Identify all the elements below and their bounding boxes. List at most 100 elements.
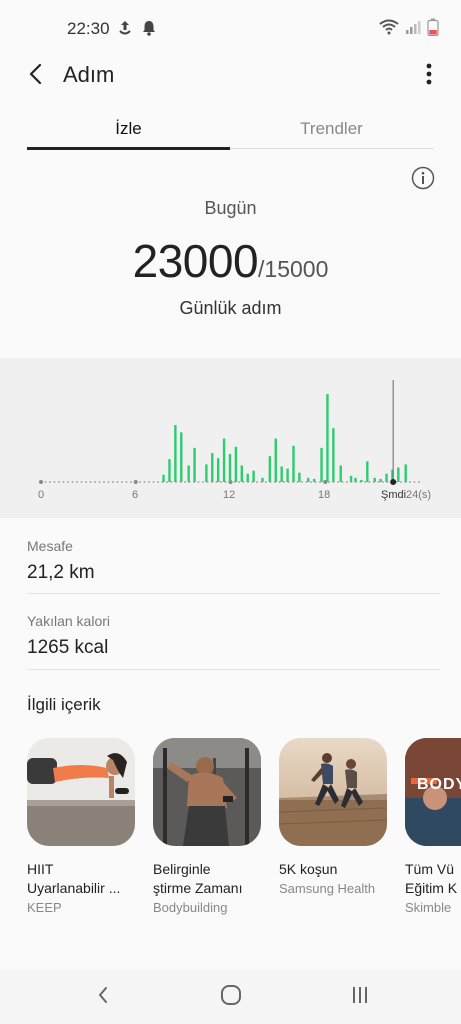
nav-home-icon [220, 984, 242, 1011]
x-tick-label: 0 [38, 489, 45, 501]
chart-bar [349, 475, 353, 482]
nav-recents-icon [350, 986, 370, 1009]
card-source: KEEP [27, 900, 62, 915]
chart-baseline-dot [278, 481, 281, 483]
chart-baseline-dot [202, 481, 204, 483]
chart-baseline-dot [400, 481, 402, 483]
back-button[interactable] [22, 62, 50, 90]
back-arrow-icon [28, 62, 44, 91]
status-time: 22:30 [67, 19, 110, 38]
chart-bar [268, 456, 272, 482]
chart-baseline-dot [125, 481, 128, 483]
chart-baseline-dot [80, 481, 83, 483]
steps-goal: /15000 [258, 256, 329, 282]
chart-baseline-dot [139, 481, 141, 483]
signal-icon [405, 19, 421, 40]
chart-baseline-dot [197, 481, 200, 483]
divider [27, 593, 440, 594]
chart-baseline-dot [130, 481, 132, 483]
chart-now-dot [390, 479, 397, 485]
chart-baseline-dot [121, 481, 123, 483]
chart-bar [180, 432, 183, 482]
bell-icon [141, 19, 157, 42]
chart-baseline-dot [310, 481, 312, 483]
tab-izle[interactable]: İzle [27, 108, 230, 152]
chart-tick-mark [39, 480, 43, 484]
content-card[interactable]: HIIT Uyarlanabilir ... KEEP [27, 738, 137, 915]
chart-baseline-dot [220, 481, 222, 483]
x-tick-label: 18 [318, 489, 331, 501]
chart-bar [286, 468, 289, 482]
chart-bar [354, 477, 357, 482]
chart-bar [216, 458, 220, 482]
card-source: Skimble [405, 900, 452, 915]
related-content-carousel: HIIT Uyarlanabilir ... KEEP Belirginle ş… [27, 738, 461, 928]
steps-summary: 23000/15000 [0, 234, 461, 288]
chart-baseline-dot [418, 481, 420, 483]
chart-bar [187, 465, 190, 482]
content-card[interactable]: Belirginle ştirme Zamanı Bodybuilding [153, 738, 263, 915]
more-options-button[interactable] [419, 62, 439, 90]
chart-baseline-dot [346, 481, 348, 483]
distance-value: 21,2 km [27, 562, 95, 583]
chart-bar [360, 479, 363, 482]
chart-bar [397, 467, 400, 482]
info-icon [411, 166, 435, 194]
chart-bar [332, 428, 335, 482]
chart-baseline-dot [368, 481, 371, 483]
chart-tick-mark [133, 480, 138, 484]
chart-baseline-dot [62, 481, 65, 483]
content-card[interactable]: BODY Tüm Vü Eğitim K Skimble [405, 738, 461, 915]
chart-baseline-dot [103, 481, 105, 483]
app-bar: Adım [0, 56, 461, 96]
card-thumbnail-text: BODY [417, 776, 461, 793]
chart-bar [298, 472, 301, 482]
nav-back-button[interactable] [88, 984, 118, 1010]
chart-baseline-dot [116, 481, 119, 483]
chart-bar [168, 459, 171, 482]
chart-baseline-dot [49, 481, 51, 483]
x-tick-label: 24(s) [406, 489, 432, 501]
chart-baseline-dot [148, 481, 150, 483]
chart-bar [211, 453, 214, 482]
card-thumbnail [153, 738, 261, 846]
hourly-steps-chart[interactable]: 0 6 12 18 Şmdi 24(s) [0, 358, 461, 518]
chart-baseline-dot [377, 481, 380, 483]
chart-baseline-dot [67, 481, 69, 483]
card-thumbnail [279, 738, 387, 846]
chart-bar [385, 473, 388, 482]
chart-baseline-dot [382, 481, 384, 483]
chart-baseline-dot [152, 481, 155, 483]
calories-value: 1265 kcal [27, 637, 109, 658]
chart-baseline-dot [94, 481, 96, 483]
chart-bar [366, 461, 369, 482]
nav-home-button[interactable] [216, 984, 246, 1010]
chart-bar [261, 477, 264, 482]
chart-baseline-dot [265, 481, 267, 483]
chart-bar [280, 466, 283, 482]
nav-recents-button[interactable] [345, 984, 375, 1010]
chart-bar [379, 478, 382, 482]
divider [27, 669, 440, 670]
tab-indicator [27, 147, 230, 150]
chart-bar [162, 474, 165, 482]
chart-baseline-dot [53, 481, 56, 483]
x-tick-label: 12 [223, 489, 236, 501]
card-source: Bodybuilding [153, 900, 228, 915]
chart-baseline-dot [166, 481, 168, 483]
chart-bar [222, 438, 226, 482]
info-button[interactable] [411, 166, 435, 190]
more-vertical-icon [426, 63, 432, 90]
content-card[interactable]: 5K koşun Samsung Health [279, 738, 389, 896]
chart-baseline-dot [283, 481, 285, 483]
chart-baseline-dot [238, 481, 240, 483]
tab-trendler[interactable]: Trendler [230, 108, 433, 152]
chart-baseline-dot [58, 481, 60, 483]
card-title: Belirginle ştirme Zamanı [153, 861, 243, 896]
chart-baseline-dot [409, 481, 411, 483]
card-title: HIIT Uyarlanabilir ... [27, 861, 121, 896]
nav-back-icon [97, 986, 109, 1009]
chart-baseline-dot [85, 481, 87, 483]
chart-baseline-dot [413, 481, 416, 483]
chart-bar [339, 465, 342, 482]
